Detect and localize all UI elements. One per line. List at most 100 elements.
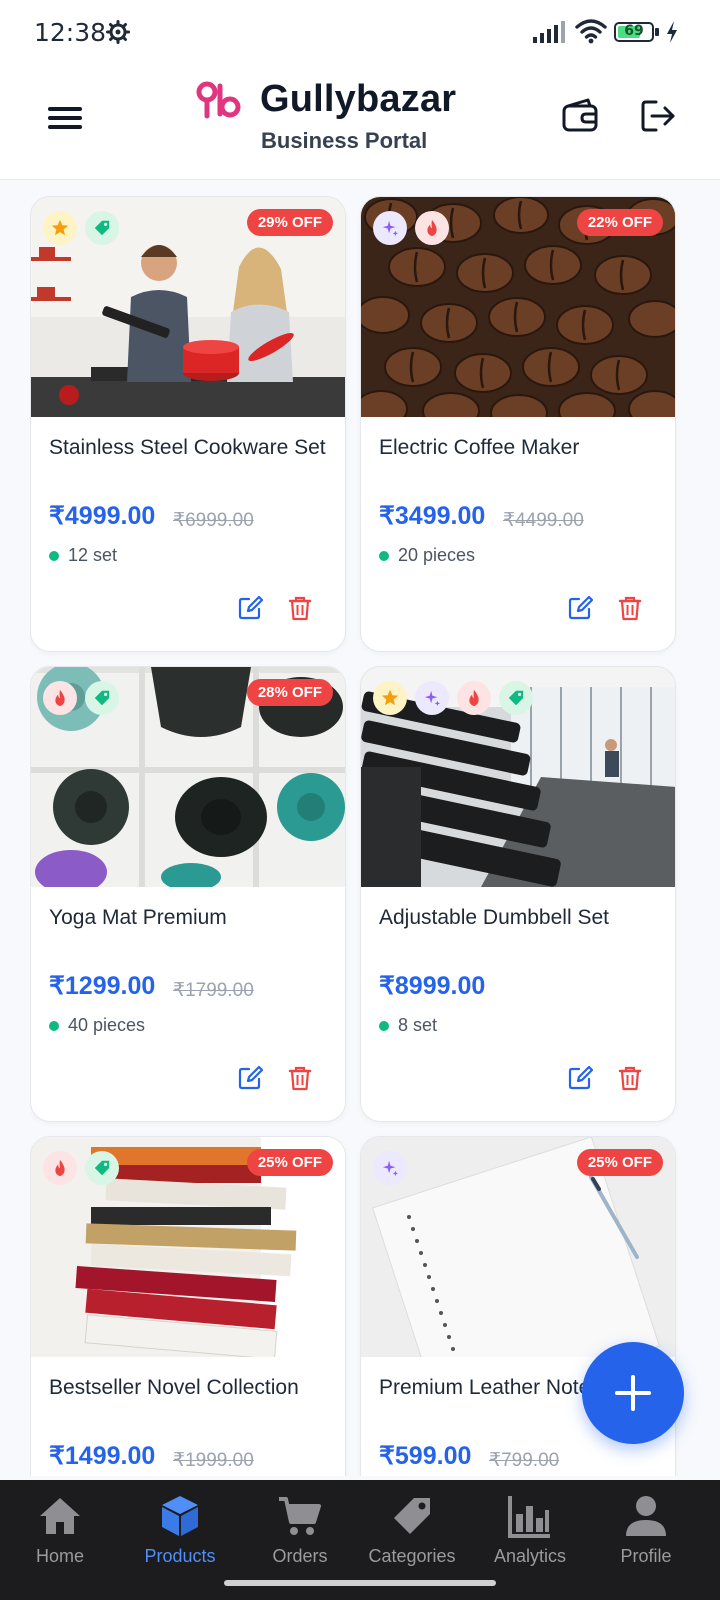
star-icon: [43, 211, 77, 245]
product-price: ₹1499.00: [49, 1442, 156, 1470]
nav-label: Home: [35, 1546, 84, 1566]
charging-icon: [667, 21, 677, 43]
cart-icon: [279, 1497, 321, 1535]
original-price: ₹1799.00: [173, 980, 254, 1001]
product-title: Bestseller Novel Collection: [49, 1376, 299, 1399]
product-title: Electric Coffee Maker: [379, 436, 580, 459]
wallet-icon[interactable]: [560, 96, 600, 136]
nav-products[interactable]: Products: [120, 1492, 240, 1582]
battery-icon: 69: [614, 20, 662, 44]
battery-level: 69: [624, 23, 644, 39]
badge-row: [373, 681, 533, 715]
nav-label: Profile: [620, 1546, 672, 1566]
discount-badge: 28% OFF: [246, 679, 333, 706]
fire-icon: [415, 211, 449, 245]
product-price: ₹8999.00: [379, 972, 486, 1000]
product-grid: 29% OFF Stainless Steel Cookware Set ₹49…: [30, 196, 682, 1476]
discount-badge: 25% OFF: [576, 1149, 663, 1176]
deal-tag-icon: [85, 1151, 119, 1185]
edit-icon[interactable]: [567, 595, 593, 621]
stock-text: 8 set: [398, 1015, 438, 1035]
delete-icon[interactable]: [287, 595, 313, 621]
fire-icon: [43, 681, 77, 715]
product-card[interactable]: 28% OFF Yoga Mat Premium ₹1299.00 ₹1799.…: [30, 666, 346, 1122]
badge-row: [373, 211, 449, 245]
tag-icon: [394, 1498, 430, 1534]
discount-badge: 25% OFF: [246, 1149, 333, 1176]
edit-icon[interactable]: [237, 1065, 263, 1091]
product-card[interactable]: 29% OFF Stainless Steel Cookware Set ₹49…: [30, 196, 346, 652]
gear-icon: [106, 20, 130, 44]
stock-text: 20 pieces: [398, 545, 476, 565]
product-price: ₹3499.00: [379, 502, 486, 530]
product-price: ₹4999.00: [49, 502, 156, 530]
signal-icon: [533, 21, 565, 43]
stock-info: 40 pieces: [49, 1015, 145, 1036]
nav-label: Categories: [368, 1546, 456, 1566]
edit-icon[interactable]: [567, 1065, 593, 1091]
cube-icon: [162, 1496, 198, 1536]
deal-tag-icon: [85, 211, 119, 245]
product-card[interactable]: Adjustable Dumbbell Set ₹8999.00 8 set: [360, 666, 676, 1122]
badge-row: [43, 681, 119, 715]
stock-dot: [49, 550, 59, 561]
delete-icon[interactable]: [287, 1065, 313, 1091]
nav-label: Products: [144, 1546, 216, 1566]
product-title: Yoga Mat Premium: [49, 906, 227, 929]
deal-tag-icon: [499, 681, 533, 715]
product-title: Stainless Steel Cookware Set: [49, 436, 326, 459]
original-price: ₹1999.00: [173, 1450, 254, 1471]
nav-profile[interactable]: Profile: [586, 1492, 706, 1582]
product-price: ₹1299.00: [49, 972, 156, 1000]
original-price: ₹6999.00: [173, 510, 254, 531]
edit-icon[interactable]: [237, 595, 263, 621]
deal-tag-icon: [85, 681, 119, 715]
product-price: ₹599.00: [379, 1442, 472, 1470]
stock-info: 8 set: [379, 1015, 437, 1036]
stock-text: 40 pieces: [68, 1015, 146, 1035]
status-bar: 12:38 69: [0, 0, 720, 64]
stock-info: 20 pieces: [379, 545, 475, 566]
bar-chart-icon: [508, 1496, 550, 1538]
original-price: ₹799.00: [489, 1450, 560, 1471]
logout-icon[interactable]: [638, 96, 678, 136]
nav-analytics[interactable]: Analytics: [470, 1492, 590, 1582]
user-icon: [626, 1496, 666, 1536]
sparkle-icon: [373, 1151, 407, 1185]
nav-label: Analytics: [493, 1546, 567, 1566]
fire-icon: [457, 681, 491, 715]
stock-dot: [379, 550, 389, 561]
brand-logo: [196, 81, 241, 119]
product-card[interactable]: 22% OFF Electric Coffee Maker ₹3499.00 ₹…: [360, 196, 676, 652]
home-indicator: [224, 1580, 496, 1586]
stock-dot: [379, 1020, 389, 1031]
discount-badge: 29% OFF: [246, 209, 333, 236]
wifi-icon: [575, 19, 607, 44]
delete-icon[interactable]: [617, 1065, 643, 1091]
nav-orders[interactable]: Orders: [240, 1492, 360, 1582]
product-card[interactable]: 25% OFF Bestseller Novel Collection ₹149…: [30, 1136, 346, 1476]
delete-icon[interactable]: [617, 595, 643, 621]
stock-text: 12 set: [68, 545, 118, 565]
star-icon: [373, 681, 407, 715]
nav-home[interactable]: Home: [0, 1492, 120, 1582]
nav-categories[interactable]: Categories: [352, 1492, 472, 1582]
product-title: Adjustable Dumbbell Set: [379, 906, 609, 929]
plus-icon: [615, 1375, 651, 1411]
badge-row: [373, 1151, 407, 1185]
stock-dot: [49, 1020, 59, 1031]
status-time: 12:38: [34, 18, 107, 47]
stock-info: 12 set: [49, 545, 117, 566]
menu-icon[interactable]: [46, 102, 86, 142]
app-header: Gullybazar Business Portal: [0, 64, 720, 180]
brand-subtitle: Business Portal: [261, 128, 428, 153]
discount-badge: 22% OFF: [576, 209, 663, 236]
add-product-button[interactable]: [582, 1342, 684, 1444]
fire-icon: [43, 1151, 77, 1185]
original-price: ₹4499.00: [503, 510, 584, 531]
home-icon: [40, 1498, 80, 1534]
brand-name: Gullybazar: [260, 78, 457, 120]
sparkle-icon: [373, 211, 407, 245]
badge-row: [43, 211, 119, 245]
badge-row: [43, 1151, 119, 1185]
